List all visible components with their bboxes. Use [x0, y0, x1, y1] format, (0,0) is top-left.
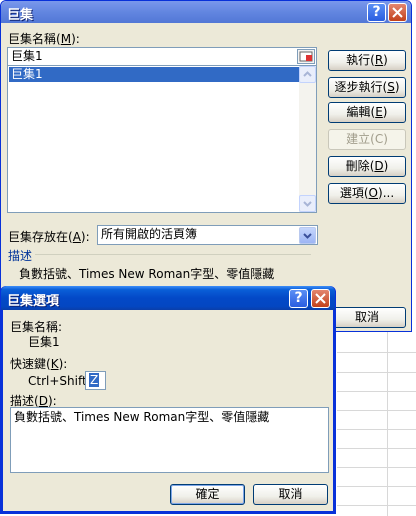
options-suffix: ... [382, 186, 395, 200]
grid-line [337, 505, 416, 506]
scroll-up-button[interactable] [299, 66, 316, 83]
macro-name-input[interactable]: 巨集1 [7, 47, 317, 66]
range-select-icon [299, 51, 313, 62]
options-label: 選項 [339, 186, 364, 200]
options-description-input[interactable]: 負數括號、Times New Roman字型、零值隱藏 [10, 407, 329, 473]
macro-dialog: 巨集 ? 巨集名稱(M): 巨集1 巨集1 執行(R) 逐步執行(S) 編輯(E… [0, 0, 412, 332]
delete-label: 刪除 [345, 159, 370, 173]
chevron-down-icon [303, 233, 312, 239]
ok-label: 確定 [195, 487, 220, 501]
run-button[interactable]: 執行(R) [328, 50, 406, 71]
grid-line [337, 486, 416, 487]
run-accel: R [374, 53, 384, 67]
grid-line [337, 372, 416, 373]
grid-line [337, 467, 416, 468]
store-in-label: 巨集存放在(A): [8, 230, 90, 244]
options-button[interactable]: 選項(O)... [328, 183, 406, 204]
cancel-label: 取消 [354, 310, 379, 324]
list-item[interactable]: 巨集1 [9, 67, 299, 82]
macro-name-label: 巨集名稱(M): [8, 32, 80, 46]
delete-button[interactable]: 刪除(D) [328, 156, 406, 177]
description-separator [35, 254, 311, 255]
close-button[interactable] [388, 3, 407, 22]
macro-options-dialog: 巨集選項 ? 巨集名稱: 巨集1 快速鍵(K): Ctrl+Shift+ Z 描… [0, 286, 336, 514]
create-label: 建立 [346, 132, 371, 146]
macro-dialog-titlebar[interactable]: 巨集 ? [1, 1, 411, 23]
help-button[interactable]: ? [289, 289, 308, 308]
list-scrollbar[interactable] [299, 66, 316, 212]
description-heading: 描述 [8, 249, 33, 263]
options-cancel-label: 取消 [278, 487, 303, 501]
macro-list[interactable]: 巨集1 [7, 65, 317, 213]
step-accel: S [387, 80, 395, 94]
options-cancel-button[interactable]: 取消 [253, 484, 328, 505]
store-in-dropdown-button[interactable] [299, 227, 316, 244]
shortcut-key-value: Z [89, 373, 100, 387]
chevron-up-icon [303, 71, 312, 77]
options-description-value: 負數括號、Times New Roman字型、零值隱藏 [14, 410, 270, 424]
help-button[interactable]: ? [367, 3, 386, 22]
edit-button[interactable]: 編輯(E) [328, 102, 406, 123]
run-label: 執行 [346, 53, 371, 67]
close-icon [392, 7, 403, 18]
close-icon [315, 293, 326, 304]
grid-line [337, 352, 416, 353]
description-text: 負數括號、Times New Roman字型、零值隱藏 [19, 267, 275, 281]
step-label: 逐步執行 [334, 80, 383, 94]
grid-line [337, 410, 416, 411]
chevron-down-icon [303, 201, 312, 207]
edit-label: 編輯 [346, 105, 371, 119]
store-in-value: 所有開啟的活頁簿 [101, 227, 198, 241]
grid-line [337, 448, 416, 449]
list-item-label: 巨集1 [11, 67, 43, 81]
edit-accel: E [375, 105, 383, 119]
create-accel: C [374, 132, 384, 146]
macro-name-value: 巨集1 [11, 49, 43, 63]
help-icon: ? [372, 4, 381, 20]
close-button[interactable] [311, 289, 330, 308]
step-into-button[interactable]: 逐步執行(S) [328, 77, 406, 98]
options-dialog-title: 巨集選項 [7, 294, 60, 309]
scroll-down-button[interactable] [299, 195, 316, 212]
delete-accel: D [374, 159, 384, 173]
cancel-button[interactable]: 取消 [328, 307, 406, 328]
grid-line [387, 332, 388, 516]
shortcut-label: 快速鍵(K): [10, 357, 68, 371]
create-button[interactable]: 建立(C) [328, 129, 406, 150]
store-in-select[interactable]: 所有開啟的活頁簿 [97, 225, 318, 245]
grid-line [337, 429, 416, 430]
help-icon: ? [294, 290, 303, 306]
shortcut-key-input[interactable]: Z [85, 371, 106, 390]
collapse-dialog-button[interactable] [297, 49, 315, 64]
worksheet-background [337, 332, 416, 516]
grid-line [337, 391, 416, 392]
options-name-value: 巨集1 [28, 335, 60, 349]
options-accel: O [368, 186, 378, 200]
options-dialog-titlebar[interactable]: 巨集選項 ? [1, 286, 335, 310]
macro-dialog-title: 巨集 [7, 8, 34, 23]
ok-button[interactable]: 確定 [170, 484, 245, 505]
